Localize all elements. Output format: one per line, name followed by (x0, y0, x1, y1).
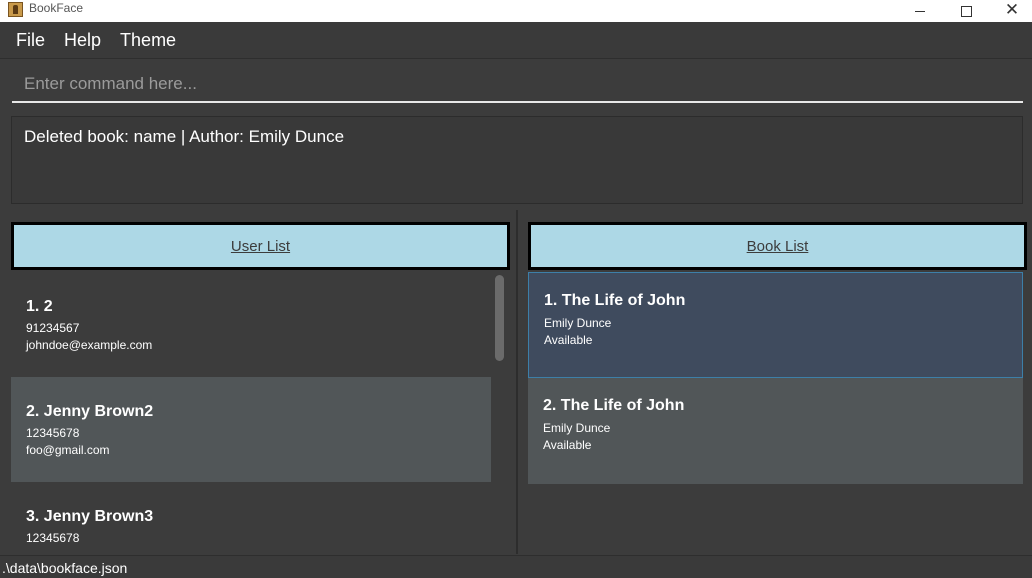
book-card-author: Emily Dunce (544, 316, 612, 330)
user-card-title: 1. 2 (26, 298, 53, 315)
user-card-phone: 12345678 (26, 426, 80, 440)
maximize-button[interactable] (943, 0, 989, 22)
minimize-button[interactable] (897, 0, 943, 22)
title-bar: BookFace ✕ (0, 0, 1032, 22)
book-list-header-label: Book List (746, 237, 809, 255)
book-card-title: 2. The Life of John (543, 397, 685, 414)
panel-divider[interactable] (516, 210, 518, 554)
book-card-status: Available (543, 438, 592, 452)
book-card-author: Emily Dunce (543, 421, 611, 435)
user-list-header-label: User List (230, 237, 291, 255)
user-card-title: 3. Jenny Brown3 (26, 508, 154, 525)
book-card[interactable]: 2. The Life of John Emily Dunce Availabl… (528, 378, 1023, 484)
menu-bar: File Help Theme (0, 22, 1032, 59)
user-card[interactable]: 2. Jenny Brown2 12345678 foo@gmail.com (11, 377, 491, 482)
user-card[interactable]: 3. Jenny Brown3 12345678 (11, 482, 491, 544)
maximize-icon (960, 5, 972, 17)
menu-help[interactable]: Help (64, 30, 101, 51)
menu-theme[interactable]: Theme (120, 30, 176, 51)
app-book-icon (8, 2, 23, 17)
user-list-scrollbar[interactable] (491, 272, 510, 544)
book-list-header[interactable]: Book List (528, 222, 1027, 270)
book-list[interactable]: 1. The Life of John Emily Dunce Availabl… (528, 272, 1023, 484)
user-list[interactable]: 1. 2 91234567 johndoe@example.com 2. Jen… (11, 272, 491, 544)
command-input[interactable] (12, 66, 1023, 101)
user-card-email: foo@gmail.com (26, 443, 110, 457)
result-text: Deleted book: name | Author: Emily Dunce (24, 127, 345, 146)
user-card-email: johndoe@example.com (26, 338, 153, 352)
user-card-phone: 12345678 (26, 531, 80, 544)
book-card[interactable]: 1. The Life of John Emily Dunce Availabl… (528, 272, 1023, 378)
result-display: Deleted book: name | Author: Emily Dunce (11, 116, 1023, 204)
user-card-phone: 91234567 (26, 321, 80, 335)
scrollbar-thumb[interactable] (495, 275, 504, 361)
status-bar: .\data\bookface.json (0, 555, 1032, 578)
window-title: BookFace (29, 1, 84, 15)
close-icon: ✕ (1004, 0, 1020, 19)
book-card-status: Available (544, 333, 593, 347)
command-box (12, 66, 1023, 103)
close-button[interactable]: ✕ (989, 0, 1032, 22)
minimize-icon (915, 10, 925, 12)
menu-file[interactable]: File (16, 30, 45, 51)
user-card[interactable]: 1. 2 91234567 johndoe@example.com (11, 272, 491, 377)
book-card-title: 1. The Life of John (544, 292, 686, 309)
save-location: .\data\bookface.json (2, 560, 128, 576)
user-list-header[interactable]: User List (11, 222, 510, 270)
user-card-title: 2. Jenny Brown2 (26, 403, 154, 420)
